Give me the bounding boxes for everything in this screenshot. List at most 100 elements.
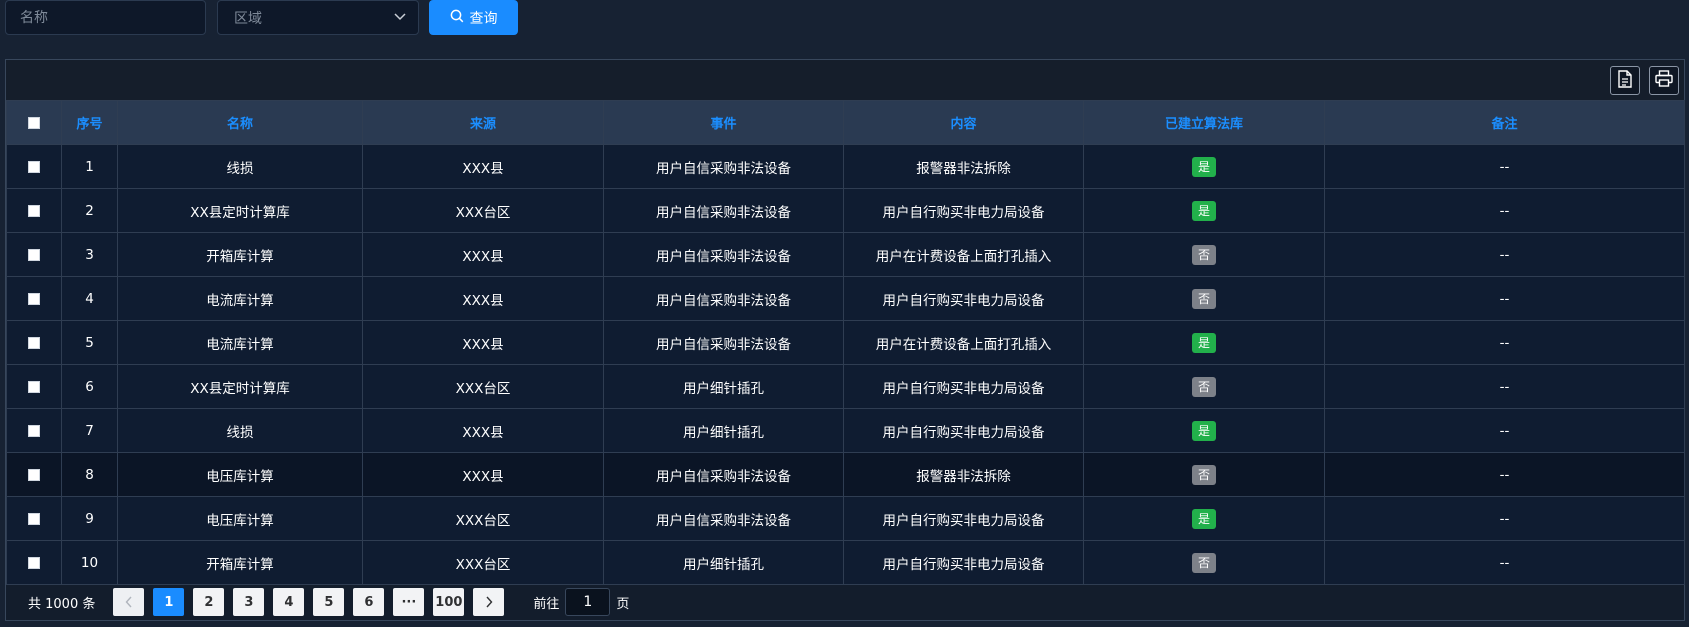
row-checkbox[interactable]: [28, 556, 40, 569]
next-page-button[interactable]: [473, 588, 505, 616]
print-button[interactable]: [1649, 66, 1679, 95]
column-header-built[interactable]: 已建立算法库: [1083, 100, 1325, 145]
row-built: 否: [1083, 540, 1325, 585]
row-built: 是: [1083, 188, 1325, 233]
row-number: 10: [61, 540, 118, 585]
row-checkbox[interactable]: [28, 380, 40, 393]
chevron-left-icon: [125, 596, 132, 608]
status-badge: 否: [1192, 288, 1216, 309]
row-built: 是: [1083, 320, 1325, 365]
area-select-placeholder: 区域: [234, 10, 262, 27]
row-remark: --: [1324, 320, 1685, 365]
row-content: 用户自行购买非电力局设备: [843, 540, 1084, 585]
chevron-right-icon: [486, 596, 493, 608]
row-checkbox[interactable]: [28, 336, 40, 349]
row-select-cell: [6, 276, 62, 321]
page-button[interactable]: 3: [233, 588, 265, 616]
pagination: 共 1000 条 123456 ··· 100 前往 页: [6, 584, 1684, 620]
row-checkbox[interactable]: [28, 424, 40, 437]
row-remark: --: [1324, 408, 1685, 453]
table-row[interactable]: 1 线损 XXX县 用户自信采购非法设备 报警器非法拆除 是 --: [6, 144, 1685, 189]
select-all-checkbox[interactable]: [28, 116, 40, 129]
row-built: 是: [1083, 496, 1325, 541]
row-name: 开箱库计算: [117, 540, 363, 585]
page-list: 1 2 3 4 5 6 ··· 100: [153, 588, 473, 616]
goto-label: 前往: [533, 596, 560, 612]
row-number: 4: [61, 276, 118, 321]
row-source: XXX县: [362, 232, 604, 277]
row-name: 开箱库计算: [117, 232, 363, 277]
table-row[interactable]: 3 开箱库计算 XXX县 用户自信采购非法设备 用户在计费设备上面打孔插入 否 --: [6, 232, 1685, 277]
row-select-cell: [6, 188, 62, 233]
status-badge: 是: [1192, 420, 1216, 441]
row-source: XXX台区: [362, 496, 604, 541]
column-header-name[interactable]: 名称: [117, 100, 363, 145]
row-built: 是: [1083, 144, 1325, 189]
status-badge: 否: [1192, 244, 1216, 265]
prev-page-button[interactable]: [113, 588, 145, 616]
row-checkbox[interactable]: [28, 160, 40, 173]
pagination-total: 共 1000 条: [28, 596, 96, 612]
row-source: XXX台区: [362, 540, 604, 585]
filter-bar: 区域 查询: [0, 0, 1689, 35]
row-number: 7: [61, 408, 118, 453]
table-row[interactable]: 10 开箱库计算 XXX台区 用户细针插孔 用户自行购买非电力局设备 否 --: [6, 540, 1685, 585]
row-select-cell: [6, 144, 62, 189]
row-number: 1: [61, 144, 118, 189]
export-button[interactable]: [1610, 66, 1640, 95]
status-badge: 否: [1192, 552, 1216, 573]
column-header-no[interactable]: 序号: [61, 100, 118, 145]
row-number: 8: [61, 452, 118, 497]
page-button[interactable]: 6: [353, 588, 385, 616]
page-button[interactable]: 4: [273, 588, 305, 616]
row-remark: --: [1324, 452, 1685, 497]
row-content: 用户自行购买非电力局设备: [843, 496, 1084, 541]
row-remark: --: [1324, 364, 1685, 409]
table-row[interactable]: 9 电压库计算 XXX台区 用户自信采购非法设备 用户自行购买非电力局设备 是 --: [6, 496, 1685, 541]
row-checkbox[interactable]: [28, 204, 40, 217]
row-event: 用户细针插孔: [603, 408, 844, 453]
name-input[interactable]: [5, 0, 206, 35]
row-content: 报警器非法拆除: [843, 452, 1084, 497]
row-checkbox[interactable]: [28, 512, 40, 525]
row-remark: --: [1324, 144, 1685, 189]
table-row[interactable]: 6 XX县定时计算库 XXX台区 用户细针插孔 用户自行购买非电力局设备 否 --: [6, 364, 1685, 409]
row-number: 5: [61, 320, 118, 365]
row-built: 否: [1083, 452, 1325, 497]
table-row[interactable]: 7 线损 XXX县 用户细针插孔 用户自行购买非电力局设备 是 --: [6, 408, 1685, 453]
row-name: 电流库计算: [117, 320, 363, 365]
row-name: XX县定时计算库: [117, 188, 363, 233]
chevron-down-icon: [394, 10, 406, 25]
page-button[interactable]: 2: [193, 588, 225, 616]
data-table: 序号 名称 来源 事件 内容 已建立算法库 备注 1 线损 XXX县 用户自信采购非法…: [6, 100, 1685, 585]
page-button[interactable]: 1: [153, 588, 185, 616]
table-row[interactable]: 2 XX县定时计算库 XXX台区 用户自信采购非法设备 用户自行购买非电力局设备 是 --: [6, 188, 1685, 233]
table-row[interactable]: 5 电流库计算 XXX县 用户自信采购非法设备 用户在计费设备上面打孔插入 是 --: [6, 320, 1685, 365]
row-name: 线损: [117, 408, 363, 453]
column-header-remark[interactable]: 备注: [1324, 100, 1685, 145]
more-pages-button[interactable]: ···: [393, 588, 425, 616]
row-number: 2: [61, 188, 118, 233]
row-built: 否: [1083, 276, 1325, 321]
row-source: XXX县: [362, 276, 604, 321]
row-content: 用户自行购买非电力局设备: [843, 188, 1084, 233]
goto-page-input[interactable]: [565, 588, 611, 616]
row-number: 9: [61, 496, 118, 541]
column-header-content[interactable]: 内容: [843, 100, 1084, 145]
row-select-cell: [6, 320, 62, 365]
page-button[interactable]: 100: [433, 588, 465, 616]
search-button[interactable]: 查询: [429, 0, 518, 35]
row-checkbox[interactable]: [28, 248, 40, 261]
table-row[interactable]: 4 电流库计算 XXX县 用户自信采购非法设备 用户自行购买非电力局设备 否 --: [6, 276, 1685, 321]
page-button[interactable]: 5: [313, 588, 345, 616]
table-row[interactable]: 8 电压库计算 XXX县 用户自信采购非法设备 报警器非法拆除 否 --: [6, 452, 1685, 497]
row-checkbox[interactable]: [28, 468, 40, 481]
document-icon: [1617, 69, 1633, 92]
column-header-event[interactable]: 事件: [603, 100, 844, 145]
row-checkbox[interactable]: [28, 292, 40, 305]
row-content: 用户自行购买非电力局设备: [843, 364, 1084, 409]
column-header-source[interactable]: 来源: [362, 100, 604, 145]
row-source: XXX县: [362, 320, 604, 365]
area-select[interactable]: 区域: [217, 0, 419, 35]
row-content: 用户自行购买非电力局设备: [843, 408, 1084, 453]
